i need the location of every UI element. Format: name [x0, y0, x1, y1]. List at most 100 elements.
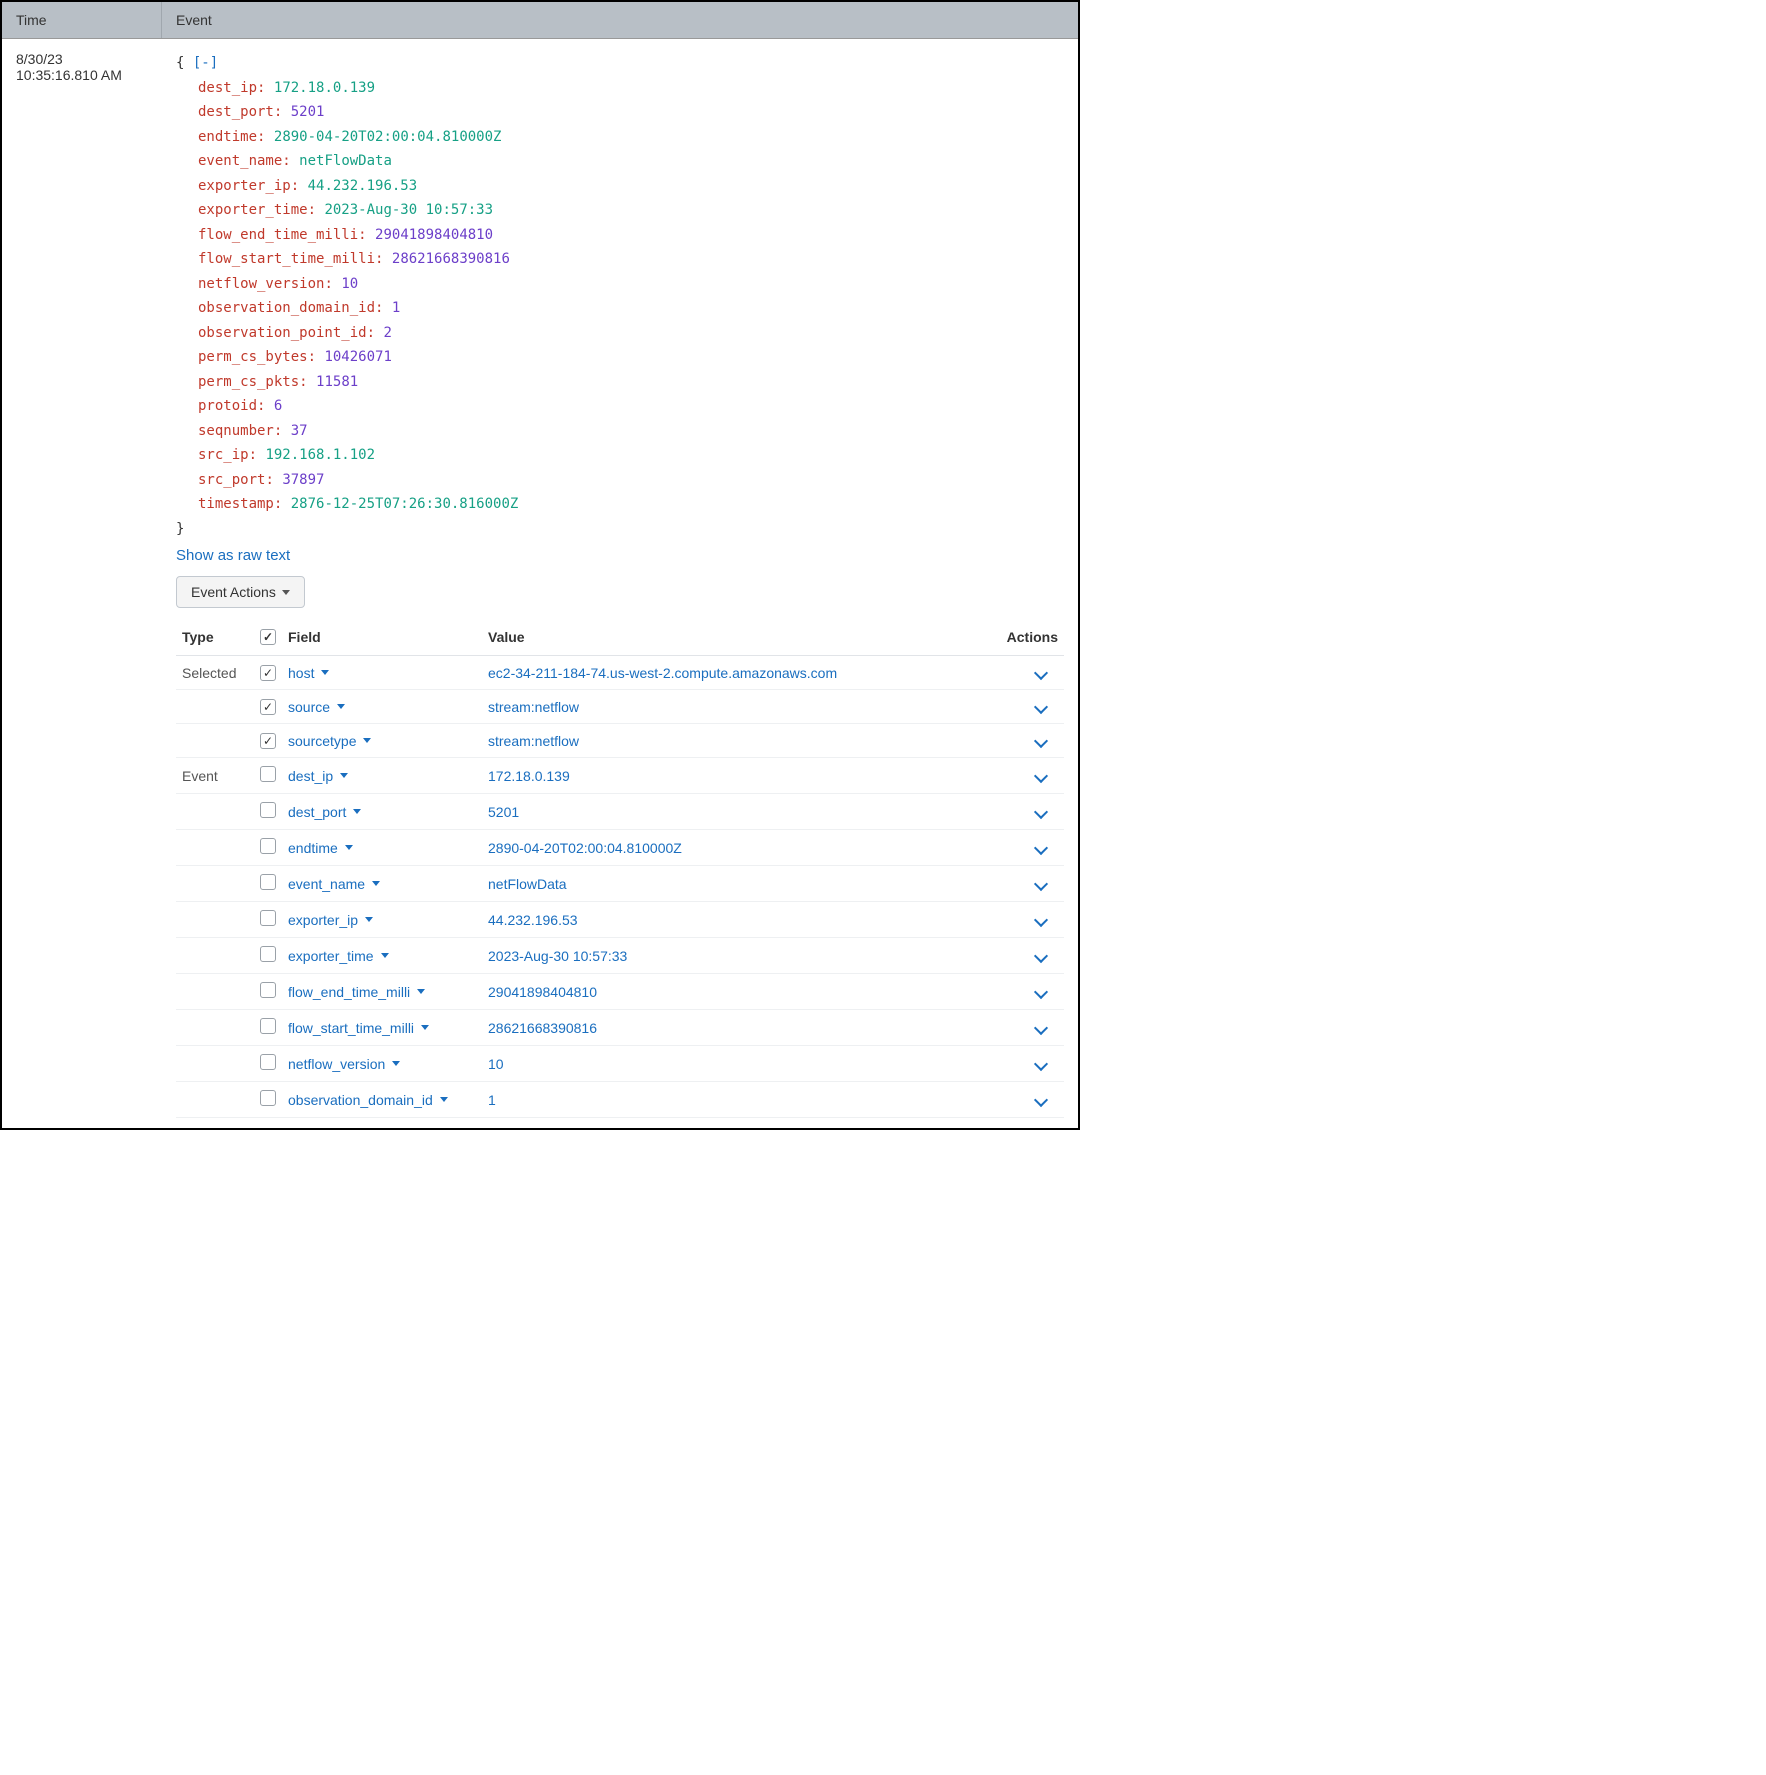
json-value-perm_cs_pkts: 11581 — [316, 374, 358, 390]
event-row: 8/30/23 10:35:16.810 AM { [-] dest_ip: 1… — [2, 39, 1078, 1128]
caret-down-icon — [321, 670, 329, 675]
field-value-exporter_ip[interactable]: 44.232.196.53 — [488, 912, 578, 928]
chevron-down-icon[interactable] — [1034, 733, 1048, 747]
json-event: { [-] dest_ip: 172.18.0.139dest_port: 52… — [176, 51, 1064, 541]
chevron-down-icon[interactable] — [1034, 876, 1048, 890]
header-time: Time — [2, 2, 162, 38]
field-value-flow_start_time_milli[interactable]: 28621668390816 — [488, 1020, 597, 1036]
field-value-dest_ip[interactable]: 172.18.0.139 — [488, 768, 570, 784]
fields-header-value: Value — [482, 618, 994, 656]
json-value-seqnumber: 37 — [291, 423, 308, 439]
field-name-sourcetype[interactable]: sourcetype — [288, 733, 371, 749]
field-name-endtime[interactable]: endtime — [288, 840, 353, 856]
json-value-src_ip: 192.168.1.102 — [265, 447, 375, 463]
caret-down-icon — [372, 881, 380, 886]
fields-header-checkbox[interactable] — [254, 618, 282, 656]
field-checkbox-exporter_ip[interactable] — [260, 910, 276, 926]
field-name-event_name[interactable]: event_name — [288, 876, 380, 892]
field-checkbox-exporter_time[interactable] — [260, 946, 276, 962]
field-checkbox-endtime[interactable] — [260, 838, 276, 854]
table-row: source stream:netflow — [176, 690, 1064, 724]
chevron-down-icon[interactable] — [1034, 840, 1048, 854]
field-checkbox-event_name[interactable] — [260, 874, 276, 890]
json-key-exporter_ip: exporter_ip — [198, 178, 291, 194]
field-checkbox-sourcetype[interactable] — [260, 733, 276, 749]
field-checkbox-flow_start_time_milli[interactable] — [260, 1018, 276, 1034]
field-checkbox-source[interactable] — [260, 699, 276, 715]
json-key-timestamp: timestamp — [198, 496, 274, 512]
json-value-observation_domain_id: 1 — [392, 300, 400, 316]
json-key-observation_point_id: observation_point_id — [198, 325, 367, 341]
field-checkbox-flow_end_time_milli[interactable] — [260, 982, 276, 998]
field-name-exporter_ip[interactable]: exporter_ip — [288, 912, 373, 928]
field-name-dest_port[interactable]: dest_port — [288, 804, 361, 820]
chevron-down-icon[interactable] — [1034, 804, 1048, 818]
field-value-flow_end_time_milli[interactable]: 29041898404810 — [488, 984, 597, 1000]
event-actions-button[interactable]: Event Actions — [176, 576, 305, 608]
json-key-endtime: endtime — [198, 129, 257, 145]
json-key-netflow_version: netflow_version — [198, 276, 324, 292]
json-value-timestamp: 2876-12-25T07:26:30.816000Z — [291, 496, 519, 512]
table-row: sourcetype stream:netflow — [176, 724, 1064, 758]
show-raw-link[interactable]: Show as raw text — [176, 547, 290, 564]
chevron-down-icon[interactable] — [1034, 665, 1048, 679]
group-label-selected: Selected — [176, 656, 254, 690]
table-header: Time Event — [2, 2, 1078, 39]
json-key-flow_start_time_milli: flow_start_time_milli — [198, 251, 375, 267]
json-close-brace: } — [176, 521, 184, 537]
field-value-exporter_time[interactable]: 2023-Aug-30 10:57:33 — [488, 948, 627, 964]
field-value-observation_domain_id[interactable]: 1 — [488, 1092, 496, 1108]
fields-header-actions: Actions — [994, 618, 1064, 656]
fields-header-type: Type — [176, 618, 254, 656]
chevron-down-icon[interactable] — [1034, 699, 1048, 713]
chevron-down-icon[interactable] — [1034, 1020, 1048, 1034]
field-checkbox-dest_ip[interactable] — [260, 766, 276, 782]
json-value-protoid: 6 — [274, 398, 282, 414]
field-name-source[interactable]: source — [288, 699, 345, 715]
caret-down-icon — [340, 773, 348, 778]
chevron-down-icon[interactable] — [1034, 768, 1048, 782]
json-key-flow_end_time_milli: flow_end_time_milli — [198, 227, 358, 243]
table-row: netflow_version 10 — [176, 1046, 1064, 1082]
field-checkbox-host[interactable] — [260, 665, 276, 681]
json-key-event_name: event_name — [198, 153, 282, 169]
json-value-netflow_version: 10 — [341, 276, 358, 292]
fields-table: Type Field Value Actions Selected host ec2… — [176, 618, 1064, 1118]
json-key-src_port: src_port — [198, 472, 265, 488]
field-value-event_name[interactable]: netFlowData — [488, 876, 567, 892]
field-checkbox-dest_port[interactable] — [260, 802, 276, 818]
fields-header-field: Field — [282, 618, 482, 656]
chevron-down-icon[interactable] — [1034, 912, 1048, 926]
json-value-event_name: netFlowData — [299, 153, 392, 169]
chevron-down-icon[interactable] — [1034, 1092, 1048, 1106]
field-name-flow_end_time_milli[interactable]: flow_end_time_milli — [288, 984, 425, 1000]
table-row: event_name netFlowData — [176, 866, 1064, 902]
field-checkbox-netflow_version[interactable] — [260, 1054, 276, 1070]
field-value-endtime[interactable]: 2890-04-20T02:00:04.810000Z — [488, 840, 682, 856]
chevron-down-icon[interactable] — [1034, 984, 1048, 998]
table-row: observation_domain_id 1 — [176, 1082, 1064, 1118]
json-collapse-toggle[interactable]: [-] — [193, 55, 218, 71]
field-value-host[interactable]: ec2-34-211-184-74.us-west-2.compute.amaz… — [488, 665, 837, 681]
caret-down-icon — [417, 989, 425, 994]
field-checkbox-observation_domain_id[interactable] — [260, 1090, 276, 1106]
table-row: dest_port 5201 — [176, 794, 1064, 830]
chevron-down-icon[interactable] — [1034, 948, 1048, 962]
field-name-exporter_time[interactable]: exporter_time — [288, 948, 389, 964]
chevron-down-icon[interactable] — [1034, 1056, 1048, 1070]
field-name-observation_domain_id[interactable]: observation_domain_id — [288, 1092, 448, 1108]
caret-down-icon — [337, 704, 345, 709]
caret-down-icon — [282, 590, 290, 595]
json-key-exporter_time: exporter_time — [198, 202, 308, 218]
timestamp-cell: 8/30/23 10:35:16.810 AM — [2, 39, 162, 1128]
field-value-netflow_version[interactable]: 10 — [488, 1056, 504, 1072]
caret-down-icon — [381, 953, 389, 958]
json-value-flow_end_time_milli: 29041898404810 — [375, 227, 493, 243]
field-name-netflow_version[interactable]: netflow_version — [288, 1056, 400, 1072]
field-value-dest_port[interactable]: 5201 — [488, 804, 519, 820]
field-value-sourcetype[interactable]: stream:netflow — [488, 733, 579, 749]
field-name-dest_ip[interactable]: dest_ip — [288, 768, 348, 784]
field-name-host[interactable]: host — [288, 665, 329, 681]
field-value-source[interactable]: stream:netflow — [488, 699, 579, 715]
field-name-flow_start_time_milli[interactable]: flow_start_time_milli — [288, 1020, 429, 1036]
